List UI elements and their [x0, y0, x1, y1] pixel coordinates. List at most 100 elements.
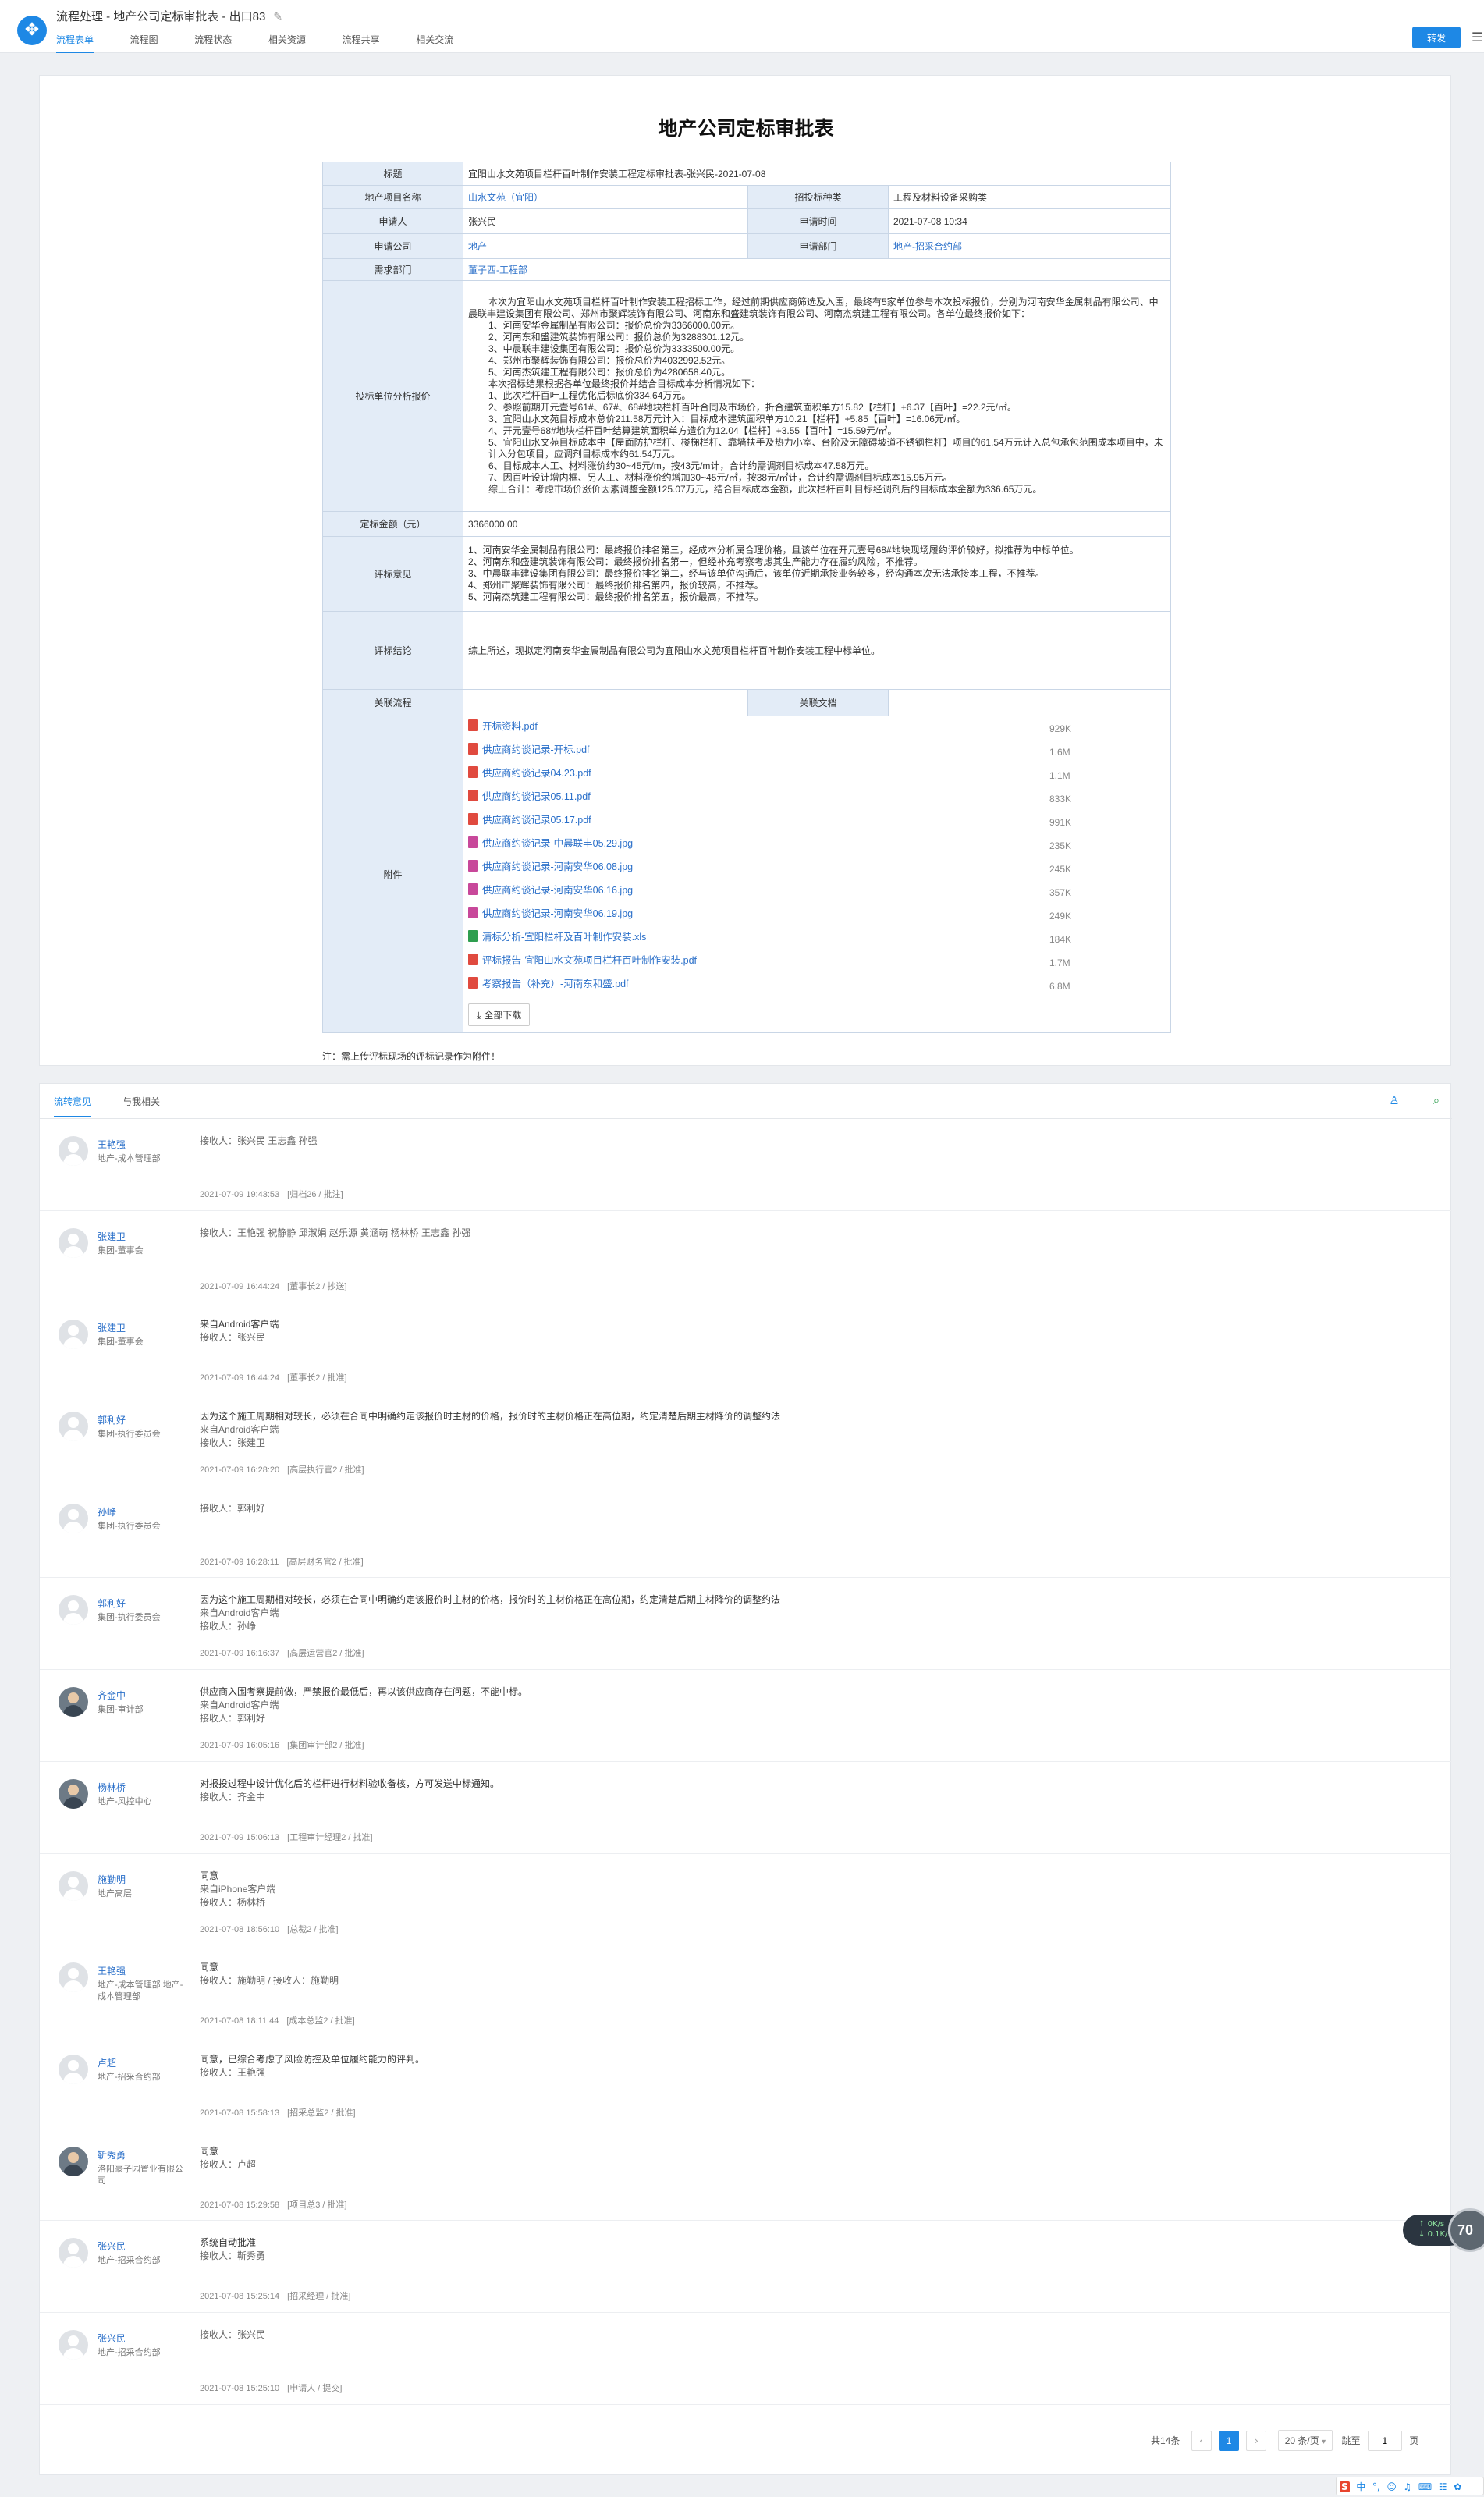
ime-toolbar[interactable]: S 中 °, ☺ ♫ ⌨ ☷ ✿ — [1336, 2477, 1484, 2495]
entry-receivers: 接收人：郭利好 — [200, 1502, 266, 1514]
avatar[interactable] — [59, 2238, 88, 2268]
attachment-link[interactable]: 供应商约谈记录-中晨联丰05.29.jpg — [482, 838, 633, 849]
entry-user-name[interactable]: 杨林桥 — [98, 1781, 126, 1794]
page-title-text: 流程处理 - 地产公司定标审批表 - 出口83 — [56, 10, 266, 23]
entry-user-name[interactable]: 靳秀勇 — [98, 2148, 126, 2161]
avatar[interactable] — [59, 1687, 88, 1717]
avatar-head — [68, 1417, 79, 1429]
value-dept-link[interactable]: 地产-招采合约部 — [893, 241, 962, 252]
chevron-right-icon[interactable]: › — [1246, 2430, 1267, 2451]
avatar[interactable] — [59, 2146, 88, 2176]
forward-button[interactable]: 转发 — [1412, 27, 1461, 48]
tab-related-to-me[interactable]: 与我相关 — [122, 1095, 160, 1116]
ime-emoji-icon[interactable]: ☺ — [1386, 2481, 1397, 2492]
goto-page-input[interactable] — [1367, 2430, 1402, 2451]
ime-punct-toggle[interactable]: °, — [1372, 2481, 1380, 2492]
value-related-doc[interactable] — [887, 689, 1172, 716]
entry-meta: 2021-07-09 19:43:53 [归档26 / 批注] — [200, 1188, 343, 1200]
entry-message: 接收人：王艳强 祝静静 邱淑娟 赵乐源 黄涵萌 杨林桥 王志鑫 孙强 — [200, 1227, 1074, 1240]
download-all-button[interactable]: ⤓ 全部下载 — [468, 1003, 531, 1026]
value-related-flow[interactable] — [463, 689, 748, 716]
entry-step: [归档26 / 批注] — [287, 1190, 343, 1199]
attachment-link[interactable]: 供应商约谈记录-河南安华06.08.jpg — [482, 861, 633, 872]
attachment-link[interactable]: 供应商约谈记录-河南安华06.19.jpg — [482, 908, 633, 919]
entry-user-name[interactable]: 郭利好 — [98, 1597, 126, 1610]
avatar[interactable] — [59, 2329, 88, 2360]
entry-user-name[interactable]: 施勤明 — [98, 1873, 126, 1886]
opinion-line: 5、河南杰筑建工程有限公司：最终报价排名第五，报价最高，不推荐。 — [468, 591, 764, 602]
tab-flow-status[interactable]: 流程状态 — [194, 34, 232, 53]
value-conclusion: 综上所述，现拟定河南安华金属制品有限公司为宜阳山水文苑项目栏杆百叶制作安装工程中… — [462, 611, 1172, 690]
avatar[interactable] — [59, 1595, 88, 1625]
page-size-select[interactable]: 20 条/页 ▾ — [1277, 2430, 1333, 2451]
tab-flow-form[interactable]: 流程表单 — [56, 34, 94, 53]
flow-entry: 张兴民 地产-招采合约部 系统自动批准 接收人：靳秀勇 2021-07-08 15:25… — [40, 2221, 1452, 2313]
entry-user-name[interactable]: 张建卫 — [98, 1230, 126, 1243]
attachment-size: 184K — [1049, 934, 1072, 945]
tab-flow-opinions[interactable]: 流转意见 — [54, 1095, 92, 1117]
ime-keyboard-icon[interactable]: ⌨ — [1418, 2481, 1432, 2492]
tab-related-resources[interactable]: 相关资源 — [268, 34, 306, 53]
tab-flow-share[interactable]: 流程共享 — [343, 34, 380, 53]
attachment-link[interactable]: 供应商约谈记录05.17.pdf — [482, 815, 591, 826]
entry-time: 2021-07-08 15:25:10 — [200, 2383, 280, 2393]
avatar-head — [68, 1692, 79, 1704]
entry-user-name[interactable]: 张建卫 — [98, 1321, 126, 1334]
entry-user-name[interactable]: 齐金中 — [98, 1689, 126, 1702]
value-company-link[interactable]: 地产 — [468, 241, 487, 252]
attachment-link[interactable]: 供应商约谈记录05.11.pdf — [482, 791, 591, 802]
flow-entry: 张建卫 集团-董事会 接收人：王艳强 祝静静 邱淑娟 赵乐源 黄涵萌 杨林桥 王志鑫… — [40, 1211, 1452, 1303]
user-filter-icon[interactable]: ♙ — [1386, 1093, 1402, 1109]
attachment-link[interactable]: 考察报告（补充）-河南东和盛.pdf — [482, 979, 629, 989]
pencil-icon[interactable]: ✎ — [273, 11, 282, 23]
ime-lang-toggle[interactable]: 中 — [1356, 2480, 1365, 2493]
entry-user-name[interactable]: 卢超 — [98, 2056, 116, 2069]
value-demand-dept-link[interactable]: 董子西-工程部 — [468, 265, 527, 275]
tab-related-communication[interactable]: 相关交流 — [416, 34, 453, 53]
avatar[interactable] — [59, 1778, 88, 1809]
entry-user-name[interactable]: 王艳强 — [98, 1964, 126, 1977]
avatar[interactable] — [59, 1870, 88, 1901]
avatar[interactable] — [59, 1503, 88, 1533]
avatar[interactable] — [59, 1136, 88, 1166]
file-pdf-icon — [468, 719, 478, 731]
avatar[interactable] — [59, 1962, 88, 1993]
flow-entry: 张建卫 集团-董事会 来自Android客户端 接收人：张兴民 2021-07-09 1… — [40, 1302, 1452, 1395]
attachment-size: 1.1M — [1049, 770, 1070, 781]
avatar[interactable] — [59, 2054, 88, 2084]
label-attachments: 附件 — [322, 716, 463, 1033]
label-apply-time: 申请时间 — [747, 208, 889, 234]
attachment-size: 249K — [1049, 911, 1072, 922]
entry-user-name[interactable]: 王艳强 — [98, 1138, 126, 1151]
attachment-link[interactable]: 供应商约谈记录04.23.pdf — [482, 768, 591, 779]
attachment-link[interactable]: 清标分析-宜阳栏杆及百叶制作安装.xls — [482, 932, 646, 943]
tab-flow-chart[interactable]: 流程图 — [130, 34, 158, 53]
pager-current-page[interactable]: 1 — [1219, 2430, 1240, 2451]
ime-tools-icon[interactable]: ☷ — [1439, 2481, 1447, 2492]
ime-skin-icon[interactable]: ✿ — [1454, 2481, 1461, 2492]
entry-user-name[interactable]: 张兴民 — [98, 2239, 126, 2253]
entry-time: 2021-07-09 16:16:37 — [200, 1649, 280, 1659]
entry-meta: 2021-07-08 18:56:10 [总裁2 / 批准] — [200, 1923, 339, 1935]
avatar[interactable] — [59, 1412, 88, 1442]
entry-user-name[interactable]: 郭利好 — [98, 1413, 126, 1426]
avatar[interactable] — [59, 1227, 88, 1258]
entry-user-name[interactable]: 张兴民 — [98, 2332, 126, 2345]
avatar[interactable] — [59, 1320, 88, 1350]
entry-user-dept: 地产-成本管理部 — [98, 1154, 161, 1163]
list-menu-icon[interactable]: ☰ — [1472, 30, 1484, 45]
attachment-link[interactable]: 供应商约谈记录-河南安华06.16.jpg — [482, 885, 633, 896]
chevron-left-icon[interactable]: ‹ — [1191, 2430, 1212, 2451]
attachment-link[interactable]: 供应商约谈记录-开标.pdf — [482, 744, 590, 755]
value-project-link[interactable]: 山水文苑（宜阳） — [468, 192, 543, 203]
attachment-link[interactable]: 开标资料.pdf — [482, 721, 538, 732]
avatar-head — [68, 1325, 79, 1337]
attachment-link[interactable]: 评标报告-宜阳山水文苑项目栏杆百叶制作安装.pdf — [482, 955, 697, 966]
ime-voice-icon[interactable]: ♫ — [1404, 2481, 1412, 2492]
entry-user-name[interactable]: 孙峥 — [98, 1505, 116, 1518]
network-monitor-widget[interactable]: ↑ 0K/s ↓ 0.1K/s 70 — [1403, 2208, 1484, 2252]
search-icon[interactable]: ⌕ — [1429, 1093, 1444, 1109]
flow-entry: 齐金中 集团-审计部 供应商入围考察提前做，严禁报价最低后，再以该供应商存在问题，不… — [40, 1670, 1452, 1762]
entry-meta: 2021-07-08 15:25:10 [申请人 / 提交] — [200, 2382, 342, 2394]
entry-meta: 2021-07-09 16:28:20 [高层执行官2 / 批准] — [200, 1463, 364, 1476]
